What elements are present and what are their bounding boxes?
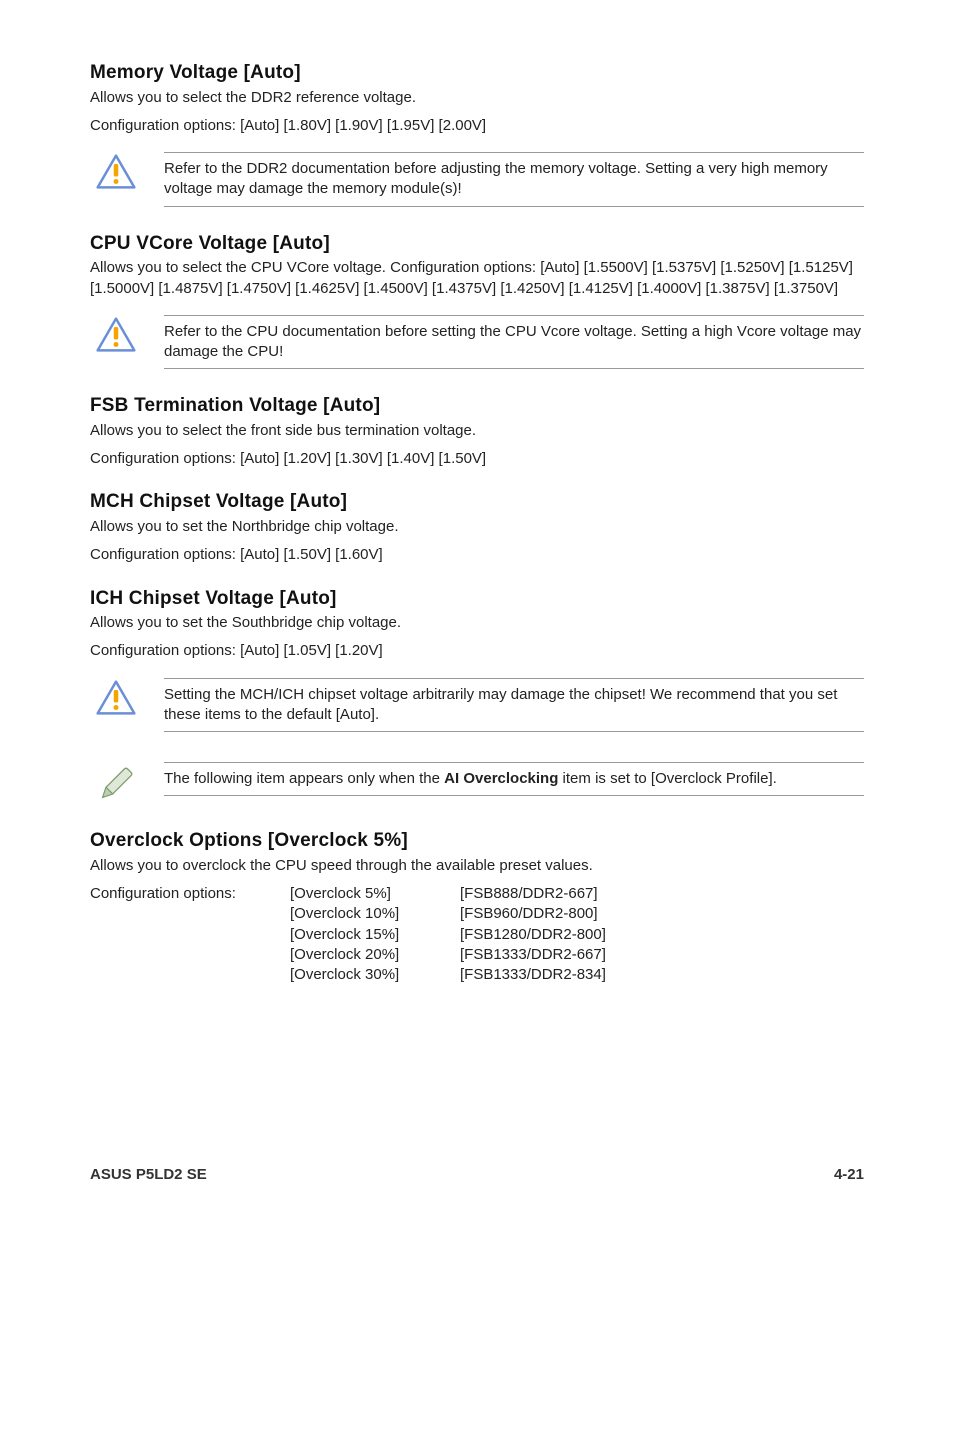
table-row: [FSB1280/DDR2-800] (460, 925, 680, 945)
section-title-ich: ICH Chipset Voltage [Auto] (90, 586, 864, 612)
section-body-memory-2: Configuration options: [Auto] [1.80V] [1… (90, 116, 864, 136)
note-text-pre: The following item appears only when the (164, 770, 444, 787)
section-title-memory: Memory Voltage [Auto] (90, 60, 864, 86)
callout-cpu-warning: Refer to the CPU documentation before se… (90, 309, 864, 376)
note-text-post: item is set to [Overclock Profile]. (558, 770, 776, 787)
section-title-overclock: Overclock Options [Overclock 5%] (90, 828, 864, 854)
section-body-ich-2: Configuration options: [Auto] [1.05V] [1… (90, 641, 864, 661)
callout-ich-note: The following item appears only when the… (90, 756, 864, 810)
overclock-config-table: Configuration options: [Overclock 5%] [F… (90, 884, 864, 985)
section-body-fsb-1: Allows you to select the front side bus … (90, 421, 864, 441)
warning-triangle-icon (96, 680, 136, 715)
warning-triangle-icon (96, 154, 136, 189)
table-row: [Overclock 15%] (290, 925, 460, 945)
section-title-mch: MCH Chipset Voltage [Auto] (90, 489, 864, 515)
footer-left: ASUS P5LD2 SE (90, 1165, 207, 1185)
section-title-fsb: FSB Termination Voltage [Auto] (90, 393, 864, 419)
note-pencil-icon (96, 764, 136, 804)
callout-memory-warning: Refer to the DDR2 documentation before a… (90, 146, 864, 213)
table-row: [Overclock 20%] (290, 945, 460, 965)
section-body-cpu-1: Allows you to select the CPU VCore volta… (90, 258, 864, 299)
footer-right: 4-21 (834, 1165, 864, 1185)
table-row: [Overclock 30%] (290, 965, 460, 985)
table-row: [Overclock 5%] (290, 884, 460, 904)
note-text-bold: AI Overclocking (444, 770, 558, 787)
section-body-memory-1: Allows you to select the DDR2 reference … (90, 88, 864, 108)
table-row: [FSB960/DDR2-800] (460, 904, 680, 924)
config-label: Configuration options: (90, 884, 290, 904)
warning-triangle-icon (96, 317, 136, 352)
callout-ich-warning: Setting the MCH/ICH chipset voltage arbi… (90, 672, 864, 739)
section-body-ich-1: Allows you to set the Southbridge chip v… (90, 613, 864, 633)
callout-text-memory: Refer to the DDR2 documentation before a… (164, 152, 864, 207)
callout-text-ich-note: The following item appears only when the… (164, 762, 864, 796)
table-row: [FSB888/DDR2-667] (460, 884, 680, 904)
table-row: [Overclock 10%] (290, 904, 460, 924)
section-body-mch-1: Allows you to set the Northbridge chip v… (90, 517, 864, 537)
callout-text-ich-warn: Setting the MCH/ICH chipset voltage arbi… (164, 678, 864, 733)
page-footer: ASUS P5LD2 SE 4-21 (90, 1165, 864, 1185)
section-title-cpu: CPU VCore Voltage [Auto] (90, 231, 864, 257)
section-body-mch-2: Configuration options: [Auto] [1.50V] [1… (90, 545, 864, 565)
callout-text-cpu: Refer to the CPU documentation before se… (164, 315, 864, 370)
section-body-overclock-1: Allows you to overclock the CPU speed th… (90, 856, 864, 876)
table-row: [FSB1333/DDR2-667] (460, 945, 680, 965)
section-body-fsb-2: Configuration options: [Auto] [1.20V] [1… (90, 449, 864, 469)
table-row: [FSB1333/DDR2-834] (460, 965, 680, 985)
